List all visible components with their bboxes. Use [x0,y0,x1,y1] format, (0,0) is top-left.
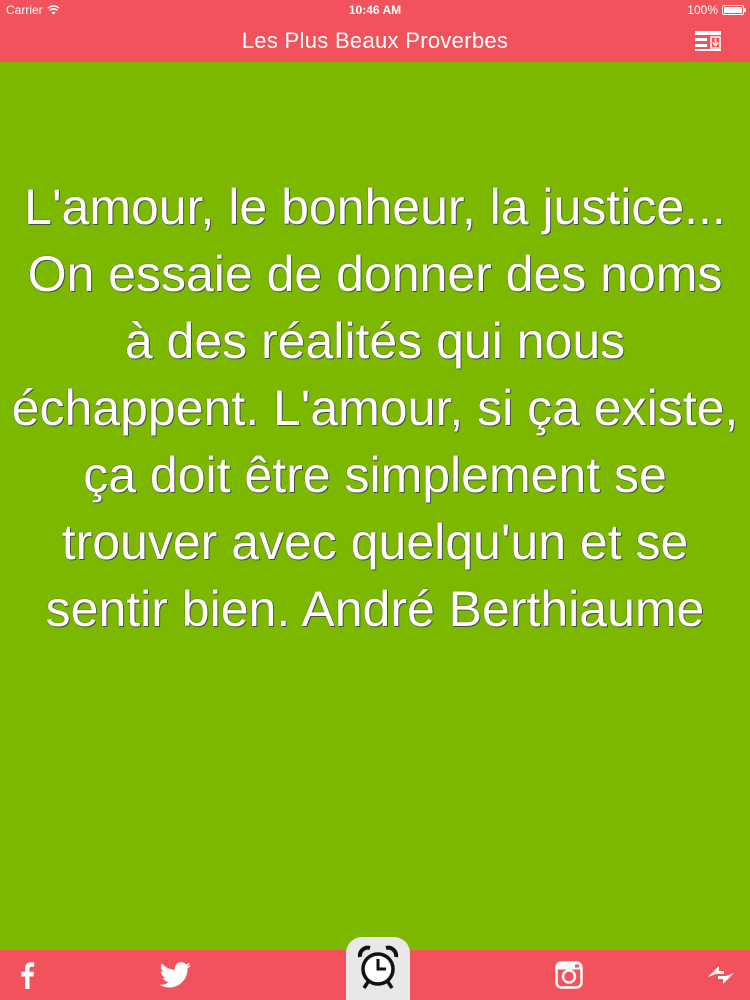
facebook-icon[interactable] [14,960,40,990]
instagram-icon[interactable] [554,960,584,990]
status-time: 10:46 AM [348,3,402,17]
battery-icon [722,5,746,15]
status-bar: Carrier 10:46 AM 100% [0,0,750,20]
battery-fill [724,7,742,13]
navigation-bar: Les Plus Beaux Proverbes [0,20,750,62]
battery-indicator: 100% [687,3,746,17]
alarm-clock-icon [357,945,399,989]
list-download-icon[interactable] [694,30,722,52]
battery-percent: 100% [687,3,718,17]
app-title: Les Plus Beaux Proverbes [241,28,509,53]
alarm-button[interactable] [346,937,410,1000]
share-icon[interactable] [704,960,738,990]
quote-area[interactable]: L'amour, le bonheur, la justice... On es… [0,62,750,950]
quote-text: L'amour, le bonheur, la justice... On es… [11,179,739,637]
twitter-icon[interactable] [158,960,192,990]
